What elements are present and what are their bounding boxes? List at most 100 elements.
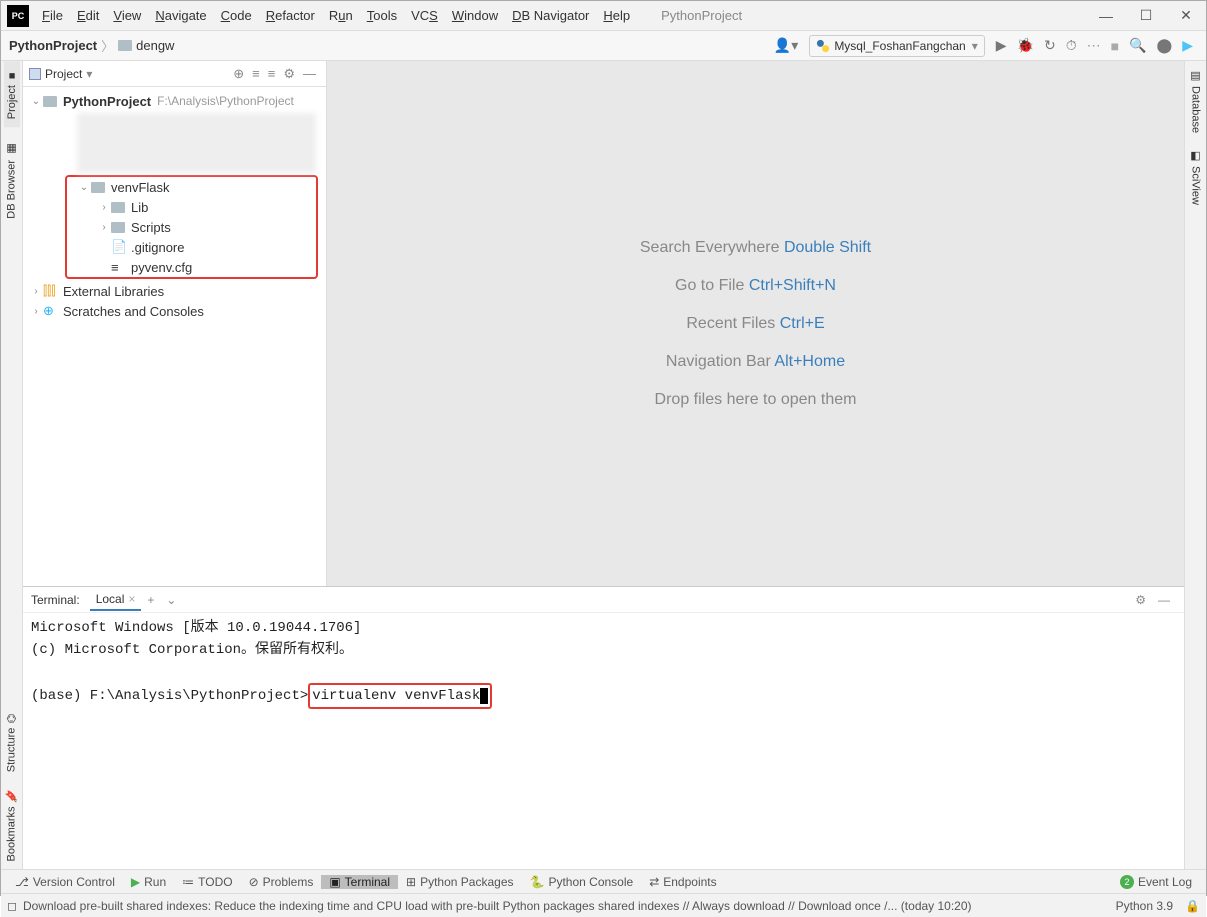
close-icon[interactable]: × — [128, 592, 135, 606]
tool-run[interactable]: ▶ Run — [123, 875, 174, 889]
collapse-all-button[interactable]: ≡ — [264, 66, 280, 81]
menu-vcs[interactable]: VCS — [404, 8, 445, 23]
titlebar: PC File Edit View Navigate Code Refactor… — [1, 1, 1206, 31]
run-button[interactable]: ▶ — [991, 37, 1012, 54]
profile-button[interactable]: ⏱ — [1061, 37, 1082, 54]
tool-terminal[interactable]: ▣ Terminal — [321, 875, 398, 889]
tree-ext-lib[interactable]: › ⫿⫿⫿ External Libraries — [23, 281, 326, 301]
folder-icon — [118, 40, 132, 51]
breadcrumb-root-label: PythonProject — [9, 38, 97, 53]
coverage-button[interactable]: ↻ — [1039, 37, 1061, 54]
hint-goto-label: Go to File — [675, 277, 744, 294]
tool-problems[interactable]: ⊘ Problems — [241, 875, 322, 889]
hint-goto-key: Ctrl+Shift+N — [749, 277, 836, 294]
chevron-right-icon: › — [97, 222, 111, 233]
folder-icon — [111, 222, 125, 233]
hint-nav-key: Alt+Home — [774, 353, 845, 370]
run-config-selector[interactable]: Mysql_FoshanFangchan ▾ — [809, 35, 984, 57]
tree-lib[interactable]: › Lib — [67, 197, 316, 217]
tree-root-label: PythonProject — [63, 94, 151, 109]
tool-endpoints[interactable]: ⇄ Endpoints — [641, 875, 724, 889]
window-close[interactable]: ✕ — [1166, 1, 1206, 31]
menu-edit[interactable]: Edit — [70, 8, 106, 23]
project-panel-title[interactable]: Project ▾ — [29, 67, 92, 81]
tree-root[interactable]: ⌄ PythonProject F:\Analysis\PythonProjec… — [23, 91, 326, 111]
scratches-icon: ⊕ — [43, 304, 59, 318]
menu-navigate[interactable]: Navigate — [148, 8, 213, 23]
search-button[interactable]: 🔍 — [1124, 37, 1151, 54]
cursor-icon — [480, 688, 488, 704]
menu-file[interactable]: File — [35, 8, 70, 23]
terminal-dropdown[interactable]: ⌄ — [160, 593, 182, 607]
chevron-right-icon: › — [29, 306, 43, 317]
status-message[interactable]: Download pre-built shared indexes: Reduc… — [23, 899, 972, 913]
menu-help[interactable]: Help — [596, 8, 637, 23]
project-panel-header: Project ▾ ⊕ ≡ ≡ ⚙ — — [23, 61, 326, 87]
python-icon — [816, 39, 830, 53]
tool-todo[interactable]: ≔ TODO — [174, 875, 240, 889]
toolbar: PythonProject 〉 dengw 👤▾ Mysql_FoshanFan… — [1, 31, 1206, 61]
tool-python-packages[interactable]: ⊞ Python Packages — [398, 875, 521, 889]
menu-window[interactable]: Window — [445, 8, 505, 23]
terminal-hide-button[interactable]: — — [1152, 593, 1176, 607]
tool-version-control[interactable]: ⎇ Version Control — [7, 875, 123, 889]
tab-sciview[interactable]: ◧ SciView — [1187, 141, 1204, 213]
chevron-right-icon: › — [29, 286, 43, 297]
project-tree: ⌄ PythonProject F:\Analysis\PythonProjec… — [23, 87, 326, 325]
menu-run[interactable]: Run — [322, 8, 360, 23]
select-opened-file-button[interactable]: ⊕ — [229, 66, 248, 82]
status-python[interactable]: Python 3.9 — [1116, 899, 1173, 913]
tree-root-path: F:\Analysis\PythonProject — [157, 94, 294, 108]
terminal-settings-button[interactable]: ⚙ — [1129, 593, 1152, 607]
expand-all-button[interactable]: ≡ — [248, 66, 264, 81]
hide-panel-button[interactable]: — — [299, 66, 320, 81]
window-minimize[interactable]: — — [1086, 1, 1126, 31]
debug-button[interactable]: 🐞 — [1012, 37, 1039, 54]
app-title: PythonProject — [661, 8, 742, 23]
sync-button[interactable]: ⬤ — [1152, 37, 1178, 54]
attach-button[interactable]: ⋯ — [1082, 37, 1106, 54]
menu-code[interactable]: Code — [214, 8, 259, 23]
terminal-output[interactable]: Microsoft Windows [版本 10.0.19044.1706] (… — [23, 613, 1184, 869]
tree-scripts[interactable]: › Scripts — [67, 217, 316, 237]
run-config-label: Mysql_FoshanFangchan — [834, 39, 965, 53]
status-lock-icon[interactable]: 🔒 — [1185, 899, 1200, 913]
breadcrumb: PythonProject 〉 dengw — [9, 36, 174, 55]
hint-search-label: Search Everywhere — [640, 239, 780, 256]
ide-scripting-button[interactable]: ▶ — [1177, 37, 1198, 54]
breadcrumb-child[interactable]: dengw — [118, 38, 174, 53]
tree-venv[interactable]: ⌄ venvFlask — [67, 177, 316, 197]
status-bar: ◻ Download pre-built shared indexes: Red… — [1, 893, 1206, 917]
hint-search-key: Double Shift — [784, 239, 871, 256]
right-tool-gutter: ▤ Database ◧ SciView — [1184, 61, 1206, 586]
menu-view[interactable]: View — [106, 8, 148, 23]
menu-dbnav[interactable]: DB Navigator — [505, 8, 596, 23]
add-user-button[interactable]: 👤▾ — [769, 37, 803, 54]
settings-button[interactable]: ⚙ — [279, 66, 299, 82]
breadcrumb-root[interactable]: PythonProject — [9, 38, 97, 53]
menu-refactor[interactable]: Refactor — [259, 8, 322, 23]
bottom-tool-bar: ⎇ Version Control ▶ Run ≔ TODO ⊘ Problem… — [1, 869, 1206, 893]
menu-tools[interactable]: Tools — [360, 8, 404, 23]
tab-db-browser[interactable]: DB Browser ▦ — [3, 135, 20, 227]
breadcrumb-sep: 〉 — [101, 36, 114, 55]
tree-pyvenv[interactable]: ≡ pyvenv.cfg — [67, 257, 316, 277]
chevron-down-icon: ▾ — [86, 67, 92, 81]
terminal-command: virtualenv venvFlask — [312, 688, 480, 704]
tree-gitignore[interactable]: 📄 .gitignore — [67, 237, 316, 257]
tab-structure[interactable]: Structure ⌬ — [3, 706, 20, 780]
stop-button[interactable]: ■ — [1106, 38, 1124, 54]
file-icon: 📄 — [111, 240, 127, 254]
tab-project[interactable]: Project ■ — [4, 61, 20, 127]
hint-nav-label: Navigation Bar — [666, 353, 771, 370]
tool-event-log[interactable]: 2 Event Log — [1112, 875, 1200, 889]
tab-database[interactable]: ▤ Database — [1187, 61, 1204, 141]
tab-bookmarks[interactable]: Bookmarks 🔖 — [3, 781, 20, 869]
terminal-tab-local[interactable]: Local × — [90, 589, 142, 611]
hint-recent-key: Ctrl+E — [780, 315, 825, 332]
window-maximize[interactable]: ☐ — [1126, 1, 1166, 31]
tool-python-console[interactable]: 🐍 Python Console — [522, 875, 642, 889]
status-toggle-icon[interactable]: ◻ — [7, 899, 17, 913]
new-terminal-button[interactable]: + — [141, 593, 160, 607]
tree-scratches[interactable]: › ⊕ Scratches and Consoles — [23, 301, 326, 321]
